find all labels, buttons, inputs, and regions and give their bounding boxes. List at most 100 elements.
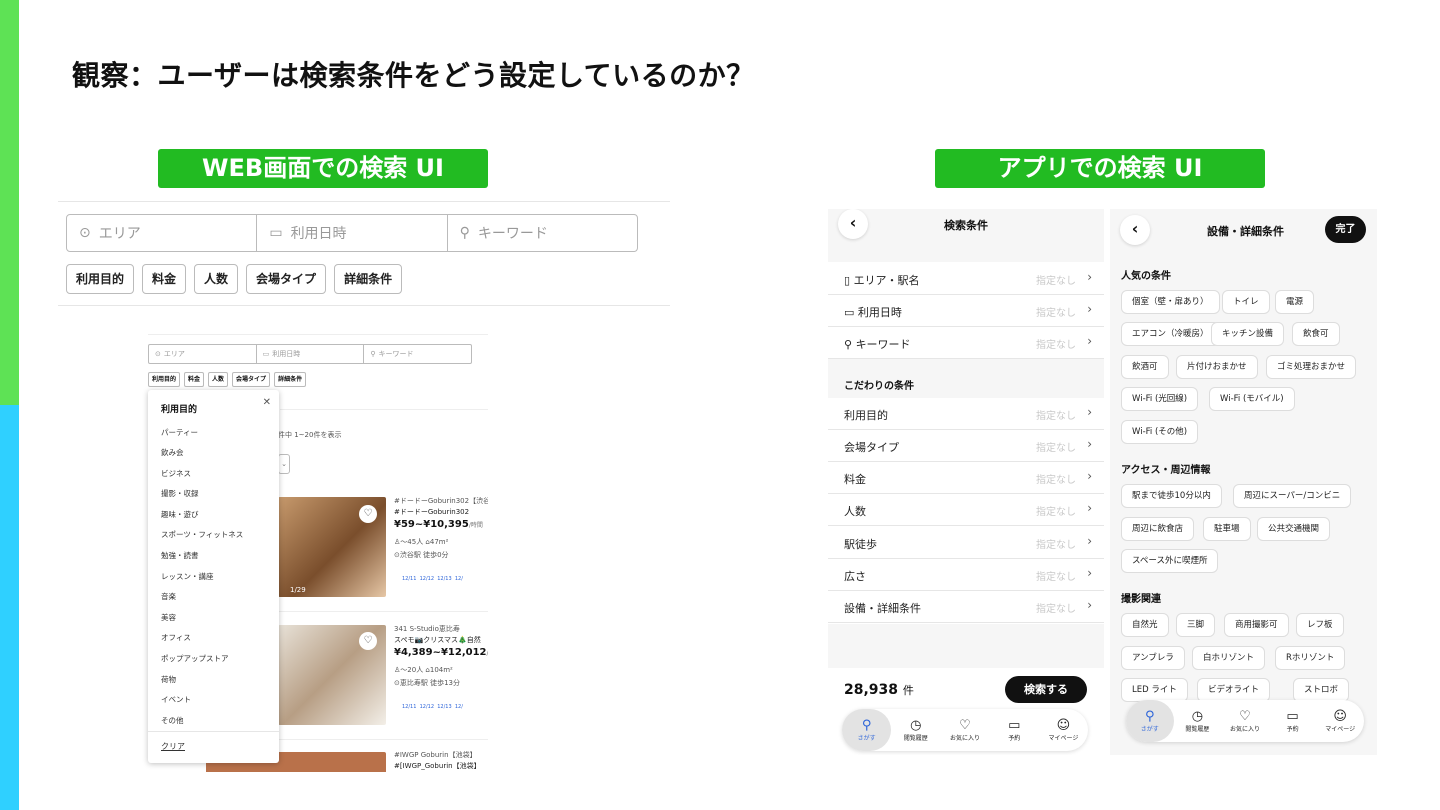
dropdown-option[interactable]: 勉強・読書 — [161, 550, 199, 561]
filter-pill[interactable]: ストロボ — [1293, 678, 1350, 702]
row-equipment[interactable]: 設備・詳細条件 指定なし › — [828, 591, 1104, 623]
done-button[interactable]: 完了 — [1325, 216, 1366, 243]
tab-search[interactable]: ⚲ さがす — [1126, 700, 1174, 742]
filter-pill[interactable]: 電源 — [1275, 290, 1315, 314]
search-button[interactable]: 検索する — [1005, 676, 1087, 703]
card-name-2[interactable]: #ドードーGoburin302 — [394, 507, 469, 517]
dropdown-option[interactable]: スポーツ・フィットネス — [161, 529, 243, 540]
card-name-1[interactable]: #IWGP Goburin【池袋】 — [394, 750, 477, 760]
dropdown-option[interactable]: ビジネス — [161, 468, 191, 479]
mini-keyword-field[interactable]: ⚲ キーワード — [364, 345, 471, 363]
favorite-heart-icon[interactable]: ♡ — [359, 505, 377, 523]
row-keyword[interactable]: ⚲ キーワード 指定なし › — [828, 327, 1104, 359]
row-walk[interactable]: 駅徒歩 指定なし › — [828, 527, 1104, 559]
filter-pill[interactable]: Rホリゾント — [1275, 646, 1346, 670]
row-venue-type[interactable]: 会場タイプ 指定なし › — [828, 430, 1104, 462]
card-name-1[interactable]: 341 S-Studio恵比寿 — [394, 624, 460, 634]
dropdown-option[interactable]: レッスン・講座 — [161, 571, 214, 582]
filter-pill[interactable]: 周辺にスーパー/コンビニ — [1233, 484, 1352, 508]
dropdown-option[interactable]: 美容 — [161, 612, 176, 623]
filter-pill[interactable]: 片付けおまかせ — [1176, 355, 1258, 379]
back-button[interactable]: ‹ — [1120, 215, 1150, 245]
filter-pill[interactable]: キッチン設備 — [1211, 322, 1285, 346]
tab-history[interactable]: ◷ 閲覧履歴 — [1174, 700, 1222, 742]
tab-mypage[interactable]: ☺ マイページ — [1039, 709, 1088, 751]
filter-pill[interactable]: ゴミ処理おまかせ — [1266, 355, 1357, 379]
mini-area-field[interactable]: ⊙ エリア — [149, 345, 257, 363]
filter-pill[interactable]: 三脚 — [1176, 613, 1216, 637]
filter-pill[interactable]: トイレ — [1222, 290, 1270, 314]
filter-pill[interactable]: Wi-Fi (その他) — [1121, 420, 1199, 444]
mini-chip-price[interactable]: 料金 — [184, 372, 205, 387]
web-screenshot: ⊙ エリア ▭ 利用日時 ⚲ キーワード 利用目的 料金 人数 会場タイプ 詳細条件 … — [140, 320, 488, 772]
tab-mypage[interactable]: ☺ マイページ — [1316, 700, 1364, 742]
history-icon: ◷ — [1191, 708, 1204, 724]
tab-favorites[interactable]: ♡ お気に入り — [1221, 700, 1269, 742]
filter-pill[interactable]: 周辺に飲食店 — [1121, 517, 1195, 541]
filter-pill[interactable]: Wi-Fi (モバイル) — [1209, 387, 1295, 411]
filter-pill[interactable]: アンブレラ — [1121, 646, 1185, 670]
slide-title: 観察：ユーザーは検索条件をどう設定しているのか？ — [72, 59, 755, 92]
close-icon[interactable]: ✕ — [263, 397, 271, 408]
row-size[interactable]: 広さ 指定なし › — [828, 559, 1104, 591]
clear-link[interactable]: クリア — [161, 741, 185, 752]
sort-select[interactable]: ⌄ — [278, 454, 290, 474]
filter-pill[interactable]: 公共交通機関 — [1257, 517, 1331, 541]
card-name-2[interactable]: スペモ📷クリスマス🎄自然 — [394, 635, 481, 645]
area-field[interactable]: ⊙ エリア — [67, 215, 258, 251]
card-name-1[interactable]: #ドードーGoburin302【渋谷】 — [394, 496, 488, 506]
filter-pill[interactable]: Wi-Fi (光回線) — [1121, 387, 1199, 411]
favorite-heart-icon[interactable]: ♡ — [359, 632, 377, 650]
dropdown-option[interactable]: 趣味・遊び — [161, 509, 199, 520]
filter-pill[interactable]: 駅まで徒歩10分以内 — [1121, 484, 1222, 508]
user-icon: ☺ — [1056, 717, 1071, 733]
chip-people[interactable]: 人数 — [194, 264, 239, 294]
chip-purpose[interactable]: 利用目的 — [66, 264, 135, 294]
mini-chip-details[interactable]: 詳細条件 — [274, 372, 307, 387]
row-area[interactable]: ▯ エリア・駅名 指定なし › — [828, 263, 1104, 295]
dropdown-option[interactable]: 荷物 — [161, 674, 176, 685]
chip-venue-type[interactable]: 会場タイプ — [246, 264, 327, 294]
calendar-icon: ▭ — [1008, 717, 1021, 733]
filter-pill[interactable]: 商用撮影可 — [1224, 613, 1289, 637]
dropdown-option[interactable]: 撮影・収録 — [161, 488, 199, 499]
dropdown-option[interactable]: 飲み会 — [161, 447, 184, 458]
mini-date-field[interactable]: ▭ 利用日時 — [257, 345, 365, 363]
row-price[interactable]: 料金 指定なし › — [828, 462, 1104, 494]
row-datetime[interactable]: ▭ 利用日時 指定なし › — [828, 295, 1104, 327]
back-button[interactable]: ‹ — [838, 209, 868, 239]
dropdown-option[interactable]: 音楽 — [161, 591, 176, 602]
filter-pill[interactable]: スペース外に喫煙所 — [1121, 549, 1219, 573]
dropdown-option[interactable]: パーティー — [161, 427, 198, 438]
dropdown-option[interactable]: その他 — [161, 715, 184, 726]
filter-pill[interactable]: エアコン（冷暖房） — [1121, 322, 1220, 346]
tab-reservations[interactable]: ▭ 予約 — [990, 709, 1039, 751]
tab-search[interactable]: ⚲ さがす — [842, 709, 892, 751]
date-field[interactable]: ▭ 利用日時 — [257, 215, 448, 251]
row-purpose[interactable]: 利用目的 指定なし › — [828, 398, 1104, 430]
filter-pill[interactable]: LED ライト — [1121, 678, 1188, 702]
filter-pill[interactable]: 駐車場 — [1203, 517, 1251, 541]
filter-pill[interactable]: 自然光 — [1121, 613, 1169, 637]
chip-details[interactable]: 詳細条件 — [334, 264, 403, 294]
dropdown-option[interactable]: イベント — [161, 694, 191, 705]
mini-chip-people[interactable]: 人数 — [208, 372, 229, 387]
tab-reservations[interactable]: ▭ 予約 — [1269, 700, 1317, 742]
tab-favorites[interactable]: ♡ お気に入り — [940, 709, 989, 751]
filter-pill[interactable]: レフ板 — [1296, 613, 1344, 637]
dropdown-option[interactable]: ポップアップストア — [161, 653, 229, 664]
filter-pill[interactable]: ビデオライト — [1197, 678, 1271, 702]
keyword-field[interactable]: ⚲ キーワード — [448, 215, 637, 251]
filter-pill[interactable]: 飲酒可 — [1121, 355, 1169, 379]
card-name-2[interactable]: #[IWGP_Goburin【池袋】 — [394, 761, 481, 771]
mini-chip-purpose[interactable]: 利用目的 — [148, 372, 181, 387]
tab-history[interactable]: ◷ 閲覧履歴 — [891, 709, 940, 751]
row-people[interactable]: 人数 指定なし › — [828, 494, 1104, 526]
filter-pill[interactable]: 飲食可 — [1292, 322, 1340, 346]
dropdown-option[interactable]: オフィス — [161, 632, 191, 643]
filter-pill[interactable]: 白ホリゾント — [1192, 646, 1266, 670]
mini-chip-venue-type[interactable]: 会場タイプ — [232, 372, 271, 387]
filter-pill[interactable]: 個室（壁・扉あり） — [1121, 290, 1220, 314]
dropdown-title: 利用目的 — [161, 405, 198, 415]
chip-price[interactable]: 料金 — [142, 264, 187, 294]
